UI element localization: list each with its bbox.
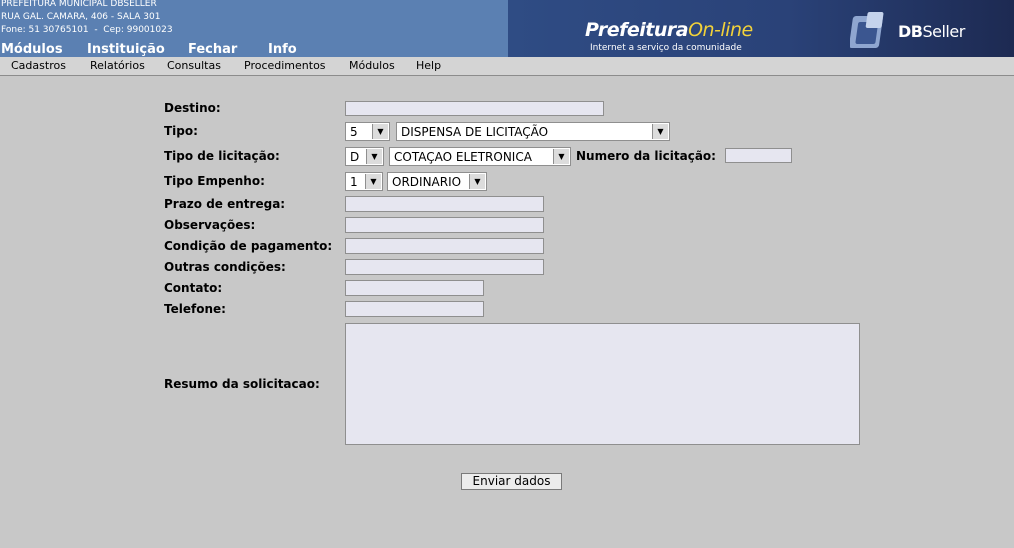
tipo-licitacao-code-value: D (350, 150, 360, 164)
numero-licitacao-input[interactable] (725, 148, 792, 163)
enviar-dados-button[interactable]: Enviar dados (461, 473, 562, 490)
logo-online-text: On-line (688, 19, 753, 41)
condicao-pagamento-input[interactable] (345, 238, 544, 254)
menu-procedimentos[interactable]: Procedimentos (244, 59, 326, 72)
chevron-down-icon[interactable]: ▼ (366, 149, 382, 164)
tipo-licitacao-select[interactable]: COTAÇAO ELETRONICA ▼ (389, 147, 571, 166)
numero-licitacao-label: Numero da licitação: (576, 149, 716, 163)
tipo-empenho-select[interactable]: ORDINARIO ▼ (387, 172, 487, 191)
top-menu-fechar[interactable]: Fechar (188, 42, 237, 57)
tipo-empenho-value: ORDINARIO (392, 175, 462, 189)
tipo-code-value: 5 (350, 125, 358, 139)
address-line-1: PREFEITURA MUNICIPAL DBSELLER (1, 0, 157, 9)
menu-help[interactable]: Help (416, 59, 441, 72)
telefone-input[interactable] (345, 301, 484, 317)
outras-condicoes-input[interactable] (345, 259, 544, 275)
menu-consultas[interactable]: Consultas (167, 59, 221, 72)
condicao-pagamento-label: Condição de pagamento: (164, 239, 333, 253)
top-menu-modulos[interactable]: Módulos (1, 42, 63, 57)
tipo-licitacao-label: Tipo de licitação: (164, 149, 280, 163)
tipo-label: Tipo: (164, 124, 198, 138)
destino-label: Destino: (164, 101, 221, 115)
tipo-empenho-code-select[interactable]: 1 ▼ (345, 172, 383, 191)
chevron-down-icon[interactable]: ▼ (553, 149, 569, 164)
prazo-label: Prazo de entrega: (164, 197, 286, 211)
outras-condicoes-label: Outras condições: (164, 260, 286, 274)
header-banner: PREFEITURA MUNICIPAL DBSELLER RUA GAL. C… (0, 0, 1014, 57)
menu-relatorios[interactable]: Relatórios (90, 59, 145, 72)
observacoes-label: Observações: (164, 218, 256, 232)
tipo-empenho-code-value: 1 (350, 175, 358, 189)
top-menu-instituicao[interactable]: Instituição (87, 42, 165, 57)
top-menu-info[interactable]: Info (268, 42, 297, 57)
telefone-label: Telefone: (164, 302, 226, 316)
logo-prefeitura-text: Prefeitura (585, 19, 689, 41)
menu-bar: Cadastros Relatórios Consultas Procedime… (0, 57, 1014, 76)
logo-db-text: DB (898, 22, 923, 41)
resumo-textarea[interactable] (345, 323, 860, 445)
chevron-down-icon[interactable]: ▼ (365, 174, 381, 189)
destino-input[interactable] (345, 101, 604, 116)
menu-modulos[interactable]: Módulos (349, 59, 395, 72)
chevron-down-icon[interactable]: ▼ (469, 174, 485, 189)
chevron-down-icon[interactable]: ▼ (372, 124, 388, 139)
logo-tagline: Internet a serviço da comunidade (590, 43, 742, 53)
observacoes-input[interactable] (345, 217, 544, 233)
tipo-licitacao-value: COTAÇAO ELETRONICA (394, 150, 532, 164)
resumo-label: Resumo da solicitacao: (164, 377, 320, 391)
tipo-code-select[interactable]: 5 ▼ (345, 122, 390, 141)
contato-input[interactable] (345, 280, 484, 296)
logo-seller-text: Seller (922, 22, 965, 41)
address-line-2: RUA GAL. CAMARA, 406 - SALA 301 (1, 12, 161, 22)
address-line-3: Fone: 51 30765101 - Cep: 99001023 (1, 25, 173, 35)
menu-cadastros[interactable]: Cadastros (11, 59, 66, 72)
contato-label: Contato: (164, 281, 223, 295)
tipo-select[interactable]: DISPENSA DE LICITAÇÃO ▼ (396, 122, 670, 141)
prazo-input[interactable] (345, 196, 544, 212)
prefeitura-online-logo: PrefeituraOn-line (585, 19, 753, 41)
tipo-value: DISPENSA DE LICITAÇÃO (401, 125, 549, 139)
tipo-licitacao-code-select[interactable]: D ▼ (345, 147, 384, 166)
tipo-empenho-label: Tipo Empenho: (164, 174, 265, 188)
dbseller-logo-icon (850, 12, 884, 48)
dbseller-logo-text: DBSeller (898, 22, 965, 41)
chevron-down-icon[interactable]: ▼ (652, 124, 668, 139)
